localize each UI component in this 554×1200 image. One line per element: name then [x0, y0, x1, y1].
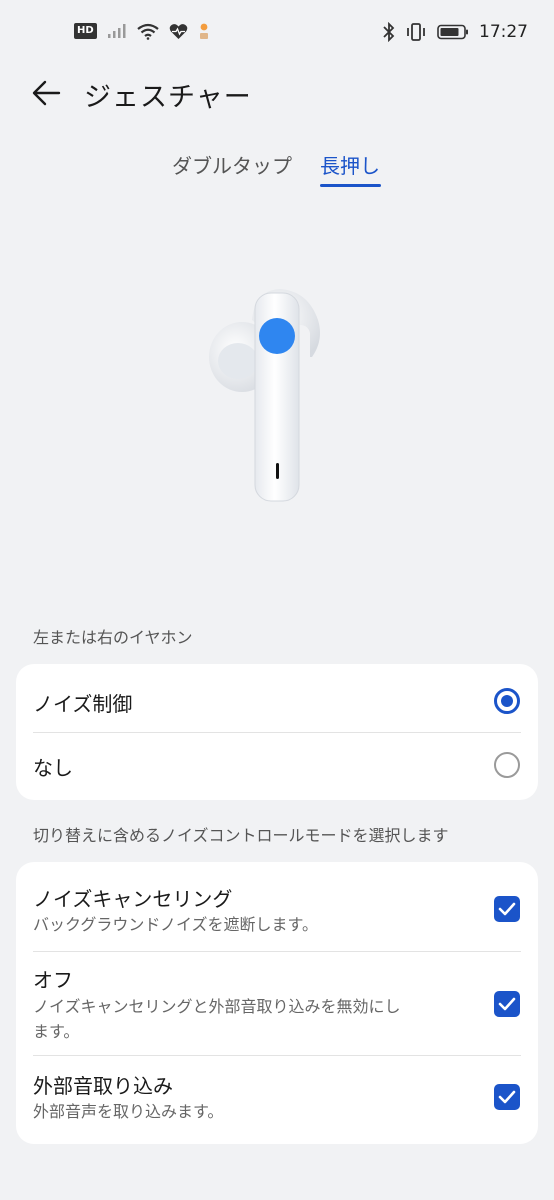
vibrate-icon [407, 23, 425, 41]
checkbox-noise-cancelling[interactable] [494, 896, 520, 922]
mode-off[interactable]: オフ ノイズキャンセリングと外部音取り込みを無効にし ます。 [16, 951, 538, 1055]
mode-ambient-sound[interactable]: 外部音取り込み 外部音声を取り込みます。 [16, 1055, 538, 1144]
mode-subtitle-line: ます。 [33, 1022, 80, 1041]
tab-double-tap[interactable]: ダブルタップ [172, 150, 292, 179]
battery-icon [437, 24, 468, 40]
earbud-side-label: 左または右のイヤホン [33, 628, 193, 647]
status-bar-left: HD [74, 22, 210, 40]
noise-modes-label: 切り替えに含めるノイズコントロールモードを選択します [33, 826, 449, 845]
mode-noise-cancelling[interactable]: ノイズキャンセリング バックグラウンドノイズを遮断します。 [16, 862, 538, 951]
hd-icon: HD [74, 23, 97, 39]
checkmark-icon [498, 997, 516, 1011]
mode-title: ノイズキャンセリング [33, 887, 233, 911]
mode-title: 外部音取り込み [33, 1074, 173, 1098]
mode-subtitle: ノイズキャンセリングと外部音取り込みを無効にし ます。 [33, 994, 473, 1044]
tab-long-press[interactable]: 長押し [320, 150, 380, 179]
bluetooth-icon [383, 22, 395, 42]
earbud-illustration [209, 289, 320, 502]
checkbox-ambient-sound[interactable] [494, 1084, 520, 1110]
mode-subtitle-line: ノイズキャンセリングと外部音取り込みを無効にし [33, 997, 401, 1016]
radio-noise-control[interactable] [494, 688, 520, 714]
notification-icon [199, 23, 208, 39]
checkmark-icon [498, 902, 516, 916]
mode-subtitle: 外部音声を取り込みます。 [33, 1102, 224, 1121]
page-title: ジェスチャー [84, 82, 252, 113]
back-button[interactable] [30, 76, 64, 110]
option-label: ノイズ制御 [33, 692, 133, 716]
option-none[interactable]: なし [16, 732, 538, 800]
status-bar: HD 17:27 [0, 0, 554, 70]
mode-subtitle: バックグラウンドノイズを遮断します。 [33, 915, 318, 934]
gesture-tabs: ダブルタップ 長押し [0, 150, 554, 190]
checkbox-off[interactable] [494, 991, 520, 1017]
status-time: 17:27 [479, 22, 528, 42]
active-tab-indicator [320, 184, 381, 187]
signal-icon [107, 24, 126, 38]
status-bar-right: 17:27 [383, 22, 528, 42]
noise-modes-card: ノイズキャンセリング バックグラウンドノイズを遮断します。 オフ ノイズキャンセ… [16, 862, 538, 1144]
option-noise-control[interactable]: ノイズ制御 [16, 664, 538, 732]
checkmark-icon [498, 1090, 516, 1104]
noise-control-options-card: ノイズ制御 なし [16, 664, 538, 800]
title-bar: ジェスチャー [0, 62, 554, 124]
wifi-icon [136, 23, 159, 40]
radio-none[interactable] [494, 752, 520, 778]
health-icon [169, 23, 187, 39]
back-arrow-icon [32, 80, 61, 106]
mode-title: オフ [33, 968, 73, 992]
option-label: なし [33, 756, 73, 780]
